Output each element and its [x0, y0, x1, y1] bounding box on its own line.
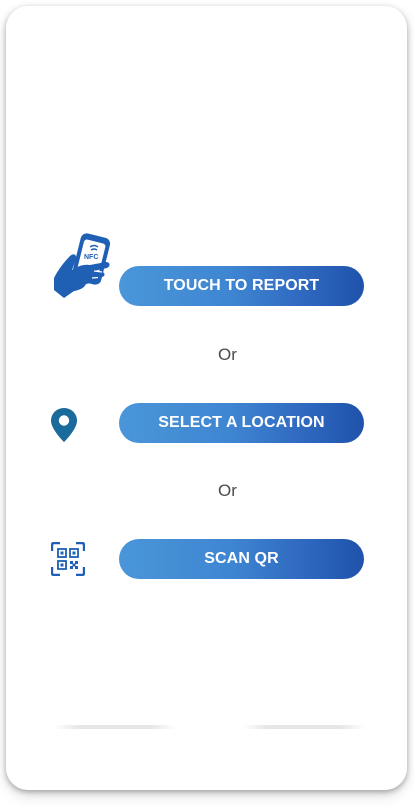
location-row: SELECT A LOCATION — [6, 403, 407, 443]
bottom-divider-left — [54, 725, 176, 729]
or-separator-2: Or — [218, 481, 237, 500]
nfc-phone-hand-icon: NFC — [54, 233, 111, 298]
nfc-icon-label: NFC — [84, 254, 98, 261]
qr-scan-icon — [51, 542, 85, 576]
nfc-report-row: NFC TOUCH TO REPORT — [6, 233, 407, 306]
report-card: NFC TOUCH TO REPORT Or SELECT A LOCATION… — [6, 6, 407, 790]
touch-to-report-button[interactable]: TOUCH TO REPORT — [119, 266, 364, 306]
bottom-divider-right — [242, 725, 366, 729]
qr-row: SCAN QR — [6, 539, 407, 579]
or-separator-1: Or — [218, 345, 237, 364]
select-a-location-button[interactable]: SELECT A LOCATION — [119, 403, 364, 443]
scan-qr-button[interactable]: SCAN QR — [119, 539, 364, 579]
location-pin-icon — [51, 408, 77, 442]
